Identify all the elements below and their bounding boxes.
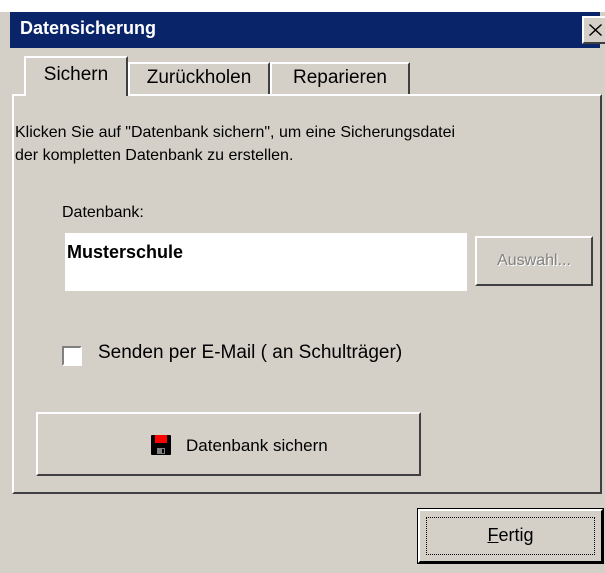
floppy-disk-icon <box>151 435 171 455</box>
database-field: Musterschule <box>65 233 467 291</box>
description-text: Klicken Sie auf "Datenbank sichern", um … <box>15 121 595 167</box>
save-database-button[interactable]: Datenbank sichern <box>36 412 421 476</box>
email-checkbox[interactable] <box>62 346 82 366</box>
database-value: Musterschule <box>67 242 184 262</box>
tab-zurueckholen[interactable]: Zurückholen <box>128 62 270 94</box>
tab-reparieren-label: Reparieren <box>293 67 387 88</box>
tab-reparieren[interactable]: Reparieren <box>270 62 410 94</box>
description-line-2: der kompletten Datenbank zu erstellen. <box>15 147 294 164</box>
top-margin <box>0 0 605 12</box>
save-database-button-label: Datenbank sichern <box>186 436 328 455</box>
auswahl-button-label: Auswahl... <box>497 252 571 269</box>
datensicherung-dialog: Datensicherung Sichern Zurückholen Repar… <box>0 0 605 573</box>
fertig-rest: ertig <box>498 525 534 545</box>
tab-sichern-label: Sichern <box>43 64 109 85</box>
close-icon <box>589 24 602 36</box>
title-bar[interactable]: Datensicherung <box>10 12 605 48</box>
auswahl-button[interactable]: Auswahl... <box>475 236 593 286</box>
tab-sichern[interactable]: Sichern <box>24 56 128 96</box>
database-label: Datenbank: <box>62 204 144 221</box>
description-line-1: Klicken Sie auf "Datenbank sichern", um … <box>15 124 456 141</box>
email-checkbox-label[interactable]: Senden per E-Mail ( an Schulträger) <box>98 342 402 364</box>
fertig-button-label: Fertig <box>420 511 601 559</box>
window-title: Datensicherung <box>20 18 157 38</box>
close-button[interactable] <box>582 16 605 44</box>
fertig-mnemonic: F <box>487 525 499 545</box>
tab-zurueckholen-label: Zurückholen <box>146 67 252 88</box>
fertig-button[interactable]: Fertig <box>417 508 604 564</box>
